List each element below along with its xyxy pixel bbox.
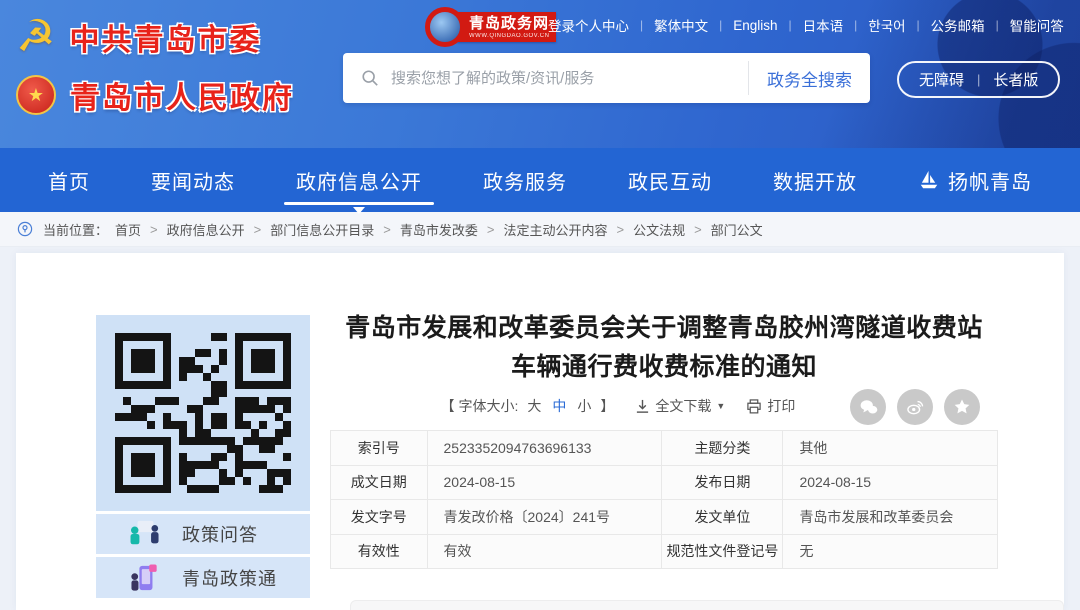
breadcrumb-separator: > [150, 221, 158, 237]
meta-value-doc-number: 青发改价格〔2024〕241号 [426, 499, 663, 535]
meta-label-index: 索引号 [330, 430, 428, 466]
policy-qa-banner[interactable]: 政策问答 [96, 514, 310, 554]
elder-version-button[interactable]: 长者版 [993, 69, 1038, 90]
nav-item-sailing-qingdao[interactable]: 扬帆青岛 [918, 148, 1032, 212]
download-caret-icon: ▼ [716, 401, 726, 411]
national-emblem-icon: ★ [16, 75, 56, 115]
gov-name: 青岛市人民政府 [70, 82, 294, 115]
meta-value-topic: 其他 [782, 430, 998, 466]
article-toolbar: 【 字体大小: 大 中 小 】 全文下载 ▼ 打印 [338, 396, 898, 416]
policy-qa-label: 政策问答 [182, 525, 258, 545]
wechat-share-button[interactable] [850, 389, 886, 425]
policy-portal-banner[interactable]: 青岛政策通 [96, 557, 310, 598]
meta-label-publish-date: 发布日期 [661, 464, 784, 500]
party-identity: ☭ 中共青岛市委 [16, 8, 294, 66]
gov-identity: ★ 青岛市人民政府 [16, 66, 294, 124]
policy-portal-icon [126, 563, 164, 592]
main-nav: 首页 要闻动态 政府信息公开 政务服务 政民互动 数据开放 扬帆青岛 [0, 148, 1080, 214]
article-card: 政策问答 青岛政策通 青岛市发展和改革委员会关于调整青岛胶州湾隧道收费站车辆通行… [16, 253, 1064, 610]
search-input[interactable] [391, 53, 748, 103]
policy-qa-icon [126, 520, 164, 548]
party-name: 中共青岛市委 [69, 24, 262, 57]
meta-label-issuer: 发文单位 [661, 499, 784, 535]
utility-links: 登录个人中心 | 繁体中文 | English | 日本语 | 한국어 | 公务… [537, 15, 1075, 35]
breadcrumb-separator: > [253, 221, 262, 237]
weibo-share-button[interactable] [897, 389, 933, 425]
meta-value-issuer: 青岛市发展和改革委员会 [782, 499, 998, 535]
meta-value-index: 2523352094763696133 [426, 430, 663, 466]
breadcrumb-statutory-disclosure[interactable]: 法定主动公开内容 [500, 220, 610, 239]
printer-icon [746, 398, 762, 414]
english-link[interactable]: English [722, 18, 788, 33]
meta-label-topic: 主题分类 [661, 430, 784, 466]
location-pin-icon [17, 221, 33, 237]
accessibility-button[interactable]: 无障碍 [919, 69, 964, 90]
breadcrumb-home[interactable]: 首页 [112, 220, 144, 239]
font-size-prefix: 【 字体大小: [440, 398, 519, 414]
globe-icon [425, 7, 465, 47]
breadcrumb-separator: > [486, 221, 495, 237]
meta-value-publish-date: 2024-08-15 [782, 464, 998, 500]
breadcrumb-dept-docs[interactable]: 部门公文 [708, 220, 766, 239]
meta-value-registration: 无 [782, 533, 998, 569]
japanese-link[interactable]: 日本语 [792, 15, 855, 35]
nav-item-services[interactable]: 政务服务 [483, 148, 567, 212]
site-identity: ☭ 中共青岛市委 ★ 青岛市人民政府 [16, 8, 294, 124]
breadcrumb-separator: > [383, 221, 391, 237]
share-buttons [850, 389, 980, 425]
nav-item-news[interactable]: 要闻动态 [151, 148, 235, 212]
favorite-star-button[interactable] [944, 389, 980, 425]
pill-separator: | [977, 72, 981, 87]
sailboat-icon [918, 169, 940, 191]
document-meta-table: 索引号 2523352094763696133 主题分类 其他 成文日期 202… [330, 430, 998, 569]
meta-value-written-date: 2024-08-15 [426, 464, 663, 500]
search-bar: 政务全搜索 [343, 53, 870, 103]
login-link[interactable]: 登录个人中心 [537, 15, 640, 35]
breadcrumb-separator: > [616, 221, 625, 237]
official-mail-link[interactable]: 公务邮箱 [920, 15, 996, 35]
breadcrumb-prefix: 当前位置： [43, 222, 109, 238]
nav-item-home[interactable]: 首页 [48, 148, 90, 212]
qr-code-image [115, 333, 291, 493]
table-row: 发文字号 青发改价格〔2024〕241号 发文单位 青岛市发展和改革委员会 [330, 499, 998, 535]
article-title: 青岛市发展和改革委员会关于调整青岛胶州湾隧道收费站车辆通行费收费标准的通知 [345, 314, 983, 381]
print-button[interactable]: 打印 [746, 396, 795, 416]
traditional-chinese-link[interactable]: 繁体中文 [643, 15, 719, 35]
breadcrumb-official-docs[interactable]: 公文法规 [630, 220, 688, 239]
meta-label-doc-number: 发文字号 [330, 499, 428, 535]
nav-item-gov-info[interactable]: 政府信息公开 [284, 148, 434, 214]
korean-link[interactable]: 한국어 [857, 15, 916, 35]
accessibility-pill: 无障碍 | 长者版 [897, 61, 1061, 98]
font-size-small-button[interactable]: 小 [575, 396, 593, 416]
meta-value-validity: 有效 [426, 533, 663, 569]
breadcrumb-ndrc[interactable]: 青岛市发改委 [397, 220, 481, 239]
meta-label-written-date: 成文日期 [330, 464, 428, 500]
download-button[interactable]: 全文下载 ▼ [635, 396, 725, 416]
breadcrumb-dept-directory[interactable]: 部门信息公开目录 [267, 220, 377, 239]
page-content: 政策问答 青岛政策通 青岛市发展和改革委员会关于调整青岛胶州湾隧道收费站车辆通行… [0, 247, 1080, 610]
table-row: 索引号 2523352094763696133 主题分类 其他 [330, 430, 998, 466]
breadcrumb-gov-info[interactable]: 政府信息公开 [164, 220, 248, 239]
nav-item-open-data[interactable]: 数据开放 [773, 148, 857, 212]
breadcrumb: 当前位置： 首页 > 政府信息公开 > 部门信息公开目录 > 青岛市发改委 > … [0, 212, 1080, 247]
search-button[interactable]: 政务全搜索 [748, 61, 870, 95]
nav-item-interaction[interactable]: 政民互动 [628, 148, 712, 212]
table-row: 有效性 有效 规范性文件登记号 无 [330, 533, 998, 569]
font-size-suffix: 】 [600, 398, 615, 414]
meta-label-registration: 规范性文件登记号 [661, 533, 784, 569]
site-header: ☭ 中共青岛市委 ★ 青岛市人民政府 青岛政务网 WWW.QINGDAO.GOV… [0, 0, 1080, 148]
smart-qa-link[interactable]: 智能问答 [999, 15, 1075, 35]
search-icon [361, 69, 379, 87]
font-size-medium-button[interactable]: 中 [550, 396, 568, 416]
font-size-large-button[interactable]: 大 [525, 396, 543, 416]
table-row: 成文日期 2024-08-15 发布日期 2024-08-15 [330, 464, 998, 500]
meta-label-validity: 有效性 [330, 533, 428, 569]
party-emblem-icon: ☭ [16, 12, 56, 61]
download-icon [635, 399, 650, 414]
breadcrumb-separator: > [694, 221, 702, 237]
qr-code [96, 315, 310, 511]
policy-portal-label: 青岛政策通 [182, 568, 277, 589]
content-body-edge [350, 600, 1064, 610]
